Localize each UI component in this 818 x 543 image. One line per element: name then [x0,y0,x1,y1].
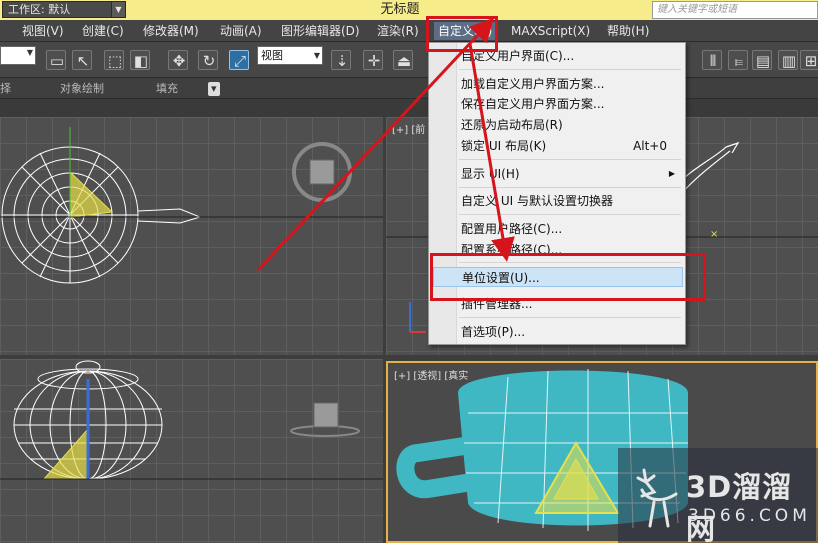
rotate-icon[interactable]: ↻ [198,50,218,70]
watermark-subtitle: 3D66.COM [688,506,811,526]
menu-separator [459,187,681,188]
menu-separator [459,317,681,318]
annotation-box-units-setup [430,253,706,301]
keyboard-shortcut-icon[interactable]: ⏏ [393,50,413,70]
ribbon-options-icon[interactable]: ▾ [208,82,220,96]
submenu-arrow-icon: ▶ [668,169,675,178]
title-bar: 工作区: 默认 ▼ 无标题 键入关键字或短语 [0,0,818,20]
ribbon-bar: 择 对象绘制 填充 ▾ [0,79,818,99]
chevron-down-icon: ▼ [26,48,33,57]
svg-text:×: × [710,229,718,240]
reference-coordinate-value: 视图 [261,49,283,62]
axis-tripod-icon [409,302,426,333]
menu-separator [459,214,681,215]
menu-item-save-ui-scheme[interactable]: 保存自定义用户界面方案... [461,94,604,114]
curve-editor-icon[interactable]: ⊞ [800,50,818,70]
menubar: 视图(V) 创建(C) 修改器(M) 动画(A) 图形编辑器(D) 渲染(R) … [0,20,818,42]
teapot-top-wireframe [0,127,383,284]
viewport-header-strip [0,99,818,117]
menu-item-revert-startup-layout[interactable]: 还原为启动布局(R) [461,115,563,135]
chevron-down-icon[interactable]: ▼ [111,2,125,17]
ribbon-tab-selection[interactable]: 择 [0,82,11,96]
rect-select-icon[interactable]: ⬚ [104,50,124,70]
menu-item-ui-defaults-switcher[interactable]: 自定义 UI 与默认设置切换器 [461,191,613,211]
viewport-top[interactable] [0,117,383,355]
main-toolbar: ▭ ↖ ⬚ ◧ ✥ ↻ ⤢ ⇣ ✛ ⏏ ⫴ ⫢ ▤ ▥ ⊞ [0,42,818,78]
ribbon-tab-object-paint[interactable]: 对象绘制 [60,82,104,96]
menu-item-load-ui-scheme[interactable]: 加载自定义用户界面方案... [461,74,604,94]
watermark-title: 3D溜溜网 [686,470,793,543]
selection-filter-dropdown[interactable]: ▼ [0,46,36,65]
menu-animation[interactable]: 动画(A) [220,23,262,39]
window-crossing-icon[interactable]: ◧ [130,50,150,70]
menu-item-lock-ui-layout[interactable]: 锁定 UI 布局(K) [461,136,546,156]
layer-icon[interactable]: ▤ [752,50,772,70]
annotation-box-customize [426,16,498,52]
teapot-left-wireframe [0,360,383,480]
move-icon[interactable]: ✥ [168,50,188,70]
select-by-name-icon[interactable]: ↖ [72,50,92,70]
scale-icon[interactable]: ⤢ [229,50,249,70]
workspace-label: 工作区: 默认 [8,3,71,16]
search-input[interactable]: 键入关键字或短语 [652,1,818,19]
pivot-icon[interactable]: ⇣ [331,50,351,70]
mirror-icon[interactable]: ⫴ [702,50,722,70]
menu-rendering[interactable]: 渲染(R) [377,23,419,39]
menu-separator [459,159,681,160]
workspace-selector[interactable]: 工作区: 默认 ▼ [2,1,126,18]
lock-ui-shortcut: Alt+0 [633,139,667,153]
select-region-icon[interactable]: ▭ [46,50,66,70]
menu-item-preferences[interactable]: 首选项(P)... [461,322,525,342]
menu-item-show-ui[interactable]: 显示 UI(H) [461,164,520,184]
menu-graph-editors[interactable]: 图形编辑器(D) [281,23,360,39]
watermark: 3D溜溜网 3D66.COM [618,448,818,543]
viewcube-icon[interactable] [292,142,352,202]
menu-maxscript[interactable]: MAXScript(X) [511,23,590,39]
chevron-down-icon: ▼ [313,51,320,60]
viewport-left[interactable] [0,359,383,543]
deer-logo-icon [636,468,678,528]
reference-coordinate-dropdown[interactable]: 视图 ▼ [257,46,323,65]
menu-create[interactable]: 创建(C) [82,23,124,39]
viewcube-icon[interactable] [290,402,360,437]
menu-view[interactable]: 视图(V) [22,23,64,39]
ribbon-tab-populate[interactable]: 填充 [156,82,178,96]
menu-item-user-paths[interactable]: 配置用户路径(C)... [461,219,562,239]
menu-help[interactable]: 帮助(H) [607,23,649,39]
ribbon-toggle-icon[interactable]: ▥ [778,50,798,70]
manipulate-icon[interactable]: ✛ [363,50,383,70]
menu-separator [459,69,681,70]
align-icon[interactable]: ⫢ [728,50,748,70]
menu-modifiers[interactable]: 修改器(M) [143,23,199,39]
